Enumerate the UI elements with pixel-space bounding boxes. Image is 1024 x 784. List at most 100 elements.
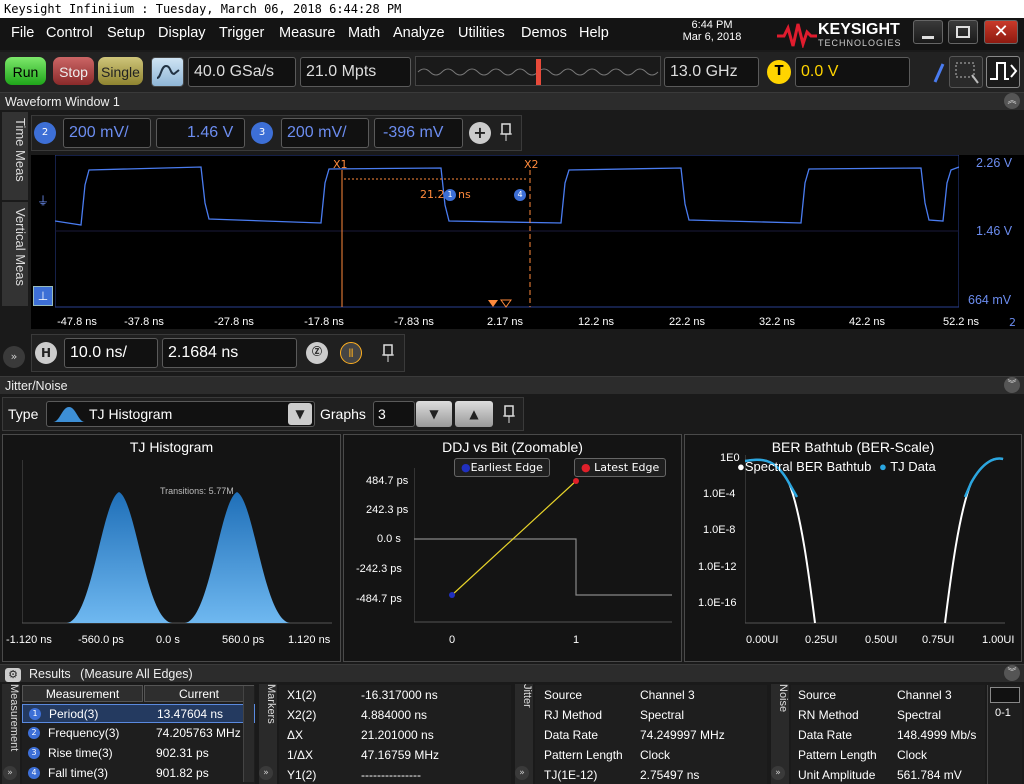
menu-setup[interactable]: Setup bbox=[107, 25, 145, 41]
channel-ground-icon[interactable]: ⏚ bbox=[37, 192, 53, 208]
sample-rate-field[interactable]: 40.0 GSa/s bbox=[188, 57, 296, 87]
trigger-level-field[interactable]: 0.0 V bbox=[795, 57, 910, 87]
trigger-slope-icon[interactable] bbox=[933, 62, 945, 84]
channel-3-badge[interactable]: 3 bbox=[251, 122, 273, 144]
tab-time-meas[interactable]: Time Meas bbox=[2, 112, 28, 200]
hist-x-tick: 0.0 s bbox=[156, 634, 180, 646]
expand-noise-icon[interactable]: » bbox=[771, 766, 785, 780]
noise-key: Source bbox=[798, 688, 837, 702]
hist-x-tick: -1.120 ns bbox=[6, 634, 52, 646]
col-current[interactable]: Current bbox=[144, 685, 254, 702]
close-button[interactable]: ✕ bbox=[984, 20, 1018, 44]
results-title: Results bbox=[29, 667, 71, 681]
ddj-plot[interactable] bbox=[414, 468, 674, 623]
latest-dot-icon: ● bbox=[581, 461, 591, 474]
reference-marker-icon[interactable]: ⊥ bbox=[33, 286, 53, 306]
bandwidth-field[interactable]: 13.0 GHz bbox=[664, 57, 759, 87]
tab-vertical-meas[interactable]: Vertical Meas bbox=[2, 202, 28, 306]
collapse-jitter-icon[interactable]: ︾ bbox=[1004, 377, 1020, 393]
expand-jitter-icon[interactable]: » bbox=[515, 766, 529, 780]
acquisition-overview[interactable] bbox=[415, 56, 661, 86]
expand-measurement-icon[interactable]: » bbox=[3, 766, 17, 780]
expand-side-icon[interactable]: » bbox=[3, 346, 25, 368]
ber-x-tick: 0.00UI bbox=[746, 634, 779, 646]
zoom-slider-icon[interactable]: ⦀ bbox=[340, 342, 362, 364]
menu-analyze[interactable]: Analyze bbox=[393, 25, 445, 41]
table-row[interactable]: 4 Fall time(3) 901.82 ps bbox=[22, 764, 255, 783]
ddj-y-tick: -484.7 ps bbox=[356, 593, 402, 605]
waveform-plot[interactable] bbox=[55, 155, 959, 308]
bathtub-right-tj bbox=[963, 457, 1004, 498]
ch2-offset-field[interactable]: 1.46 V bbox=[156, 118, 245, 148]
table-row[interactable]: 2 Frequency(3) 74.205763 MHz bbox=[22, 724, 255, 743]
minimize-button[interactable] bbox=[913, 20, 943, 44]
table-row[interactable]: 1 Period(3) 13.47604 ns bbox=[22, 704, 255, 723]
run-button[interactable]: Run bbox=[4, 56, 47, 86]
pin-icon[interactable] bbox=[501, 404, 517, 424]
menu-control[interactable]: Control bbox=[46, 25, 93, 41]
zoom-select-icon bbox=[955, 62, 979, 84]
row-value: 13.47604 ns bbox=[157, 707, 224, 721]
measurement-scrollbar[interactable] bbox=[243, 686, 254, 782]
col-measurement[interactable]: Measurement bbox=[22, 685, 143, 702]
noise-key: Unit Amplitude bbox=[798, 768, 876, 782]
menu-utilities[interactable]: Utilities bbox=[458, 25, 505, 41]
graphs-count-field[interactable]: 3 bbox=[373, 401, 415, 427]
histogram-lobe-right bbox=[185, 492, 290, 623]
type-select[interactable]: TJ Histogram bbox=[46, 401, 315, 427]
x-tick: 32.2 ns bbox=[758, 316, 796, 328]
horizontal-badge[interactable]: H bbox=[35, 342, 57, 364]
autoscale-button[interactable] bbox=[151, 57, 184, 87]
minimize-icon bbox=[922, 36, 934, 39]
menu-demos[interactable]: Demos bbox=[521, 25, 567, 41]
ch2-scale-field[interactable]: 200 mV/ bbox=[63, 118, 151, 148]
position-field[interactable]: 2.1684 ns bbox=[162, 338, 297, 368]
pin-icon[interactable] bbox=[498, 122, 514, 142]
single-button[interactable]: Single bbox=[97, 56, 144, 86]
collapse-waveform-icon[interactable]: ︽ bbox=[1004, 93, 1020, 109]
results-settings-gear-icon[interactable]: ⚙ bbox=[5, 668, 21, 682]
hist-x-tick: 560.0 ps bbox=[222, 634, 265, 646]
noise-table: Source Channel 3 RN Method Spectral Data R… bbox=[791, 685, 985, 784]
restore-button[interactable] bbox=[948, 20, 978, 44]
zoom-select-button[interactable] bbox=[949, 56, 983, 88]
expand-markers-icon[interactable]: » bbox=[259, 766, 273, 780]
trigger-badge[interactable]: T bbox=[767, 60, 791, 84]
tj-histogram-plot[interactable] bbox=[22, 460, 332, 625]
marker-x1-label: X1 bbox=[333, 158, 348, 171]
ber-plot[interactable] bbox=[745, 455, 1007, 625]
timebase-field[interactable]: 10.0 ns/ bbox=[64, 338, 158, 368]
page-box[interactable] bbox=[990, 687, 1020, 703]
edge-trigger-button[interactable] bbox=[986, 56, 1020, 88]
ch3-scale-field[interactable]: 200 mV/ bbox=[281, 118, 369, 148]
graphs-increment-icon[interactable]: ▲ bbox=[455, 401, 493, 427]
menu-trigger[interactable]: Trigger bbox=[219, 25, 264, 41]
menu-math[interactable]: Math bbox=[348, 25, 380, 41]
stop-button[interactable]: Stop bbox=[52, 56, 95, 86]
menu-help[interactable]: Help bbox=[579, 25, 609, 41]
graphs-decrement-icon[interactable]: ▼ bbox=[416, 401, 452, 427]
page-indicator: 0-1 bbox=[995, 707, 1011, 719]
add-channel-icon[interactable]: + bbox=[469, 122, 491, 144]
jitter-key: Source bbox=[544, 688, 583, 702]
pin-icon[interactable] bbox=[380, 343, 396, 363]
type-dropdown-chevron-icon[interactable]: ▼ bbox=[288, 403, 312, 425]
row-name: Frequency(3) bbox=[48, 726, 120, 740]
jitter-value: 74.249997 MHz bbox=[640, 728, 725, 742]
ch3-offset-field[interactable]: -396 mV bbox=[374, 118, 463, 148]
row-name: Period(3) bbox=[49, 707, 99, 721]
histogram-icon bbox=[53, 407, 85, 422]
table-row[interactable]: 3 Rise time(3) 902.31 ps bbox=[22, 744, 255, 763]
channel-2-badge[interactable]: 2 bbox=[34, 122, 56, 144]
collapse-results-icon[interactable]: ︾ bbox=[1004, 665, 1020, 681]
menu-display[interactable]: Display bbox=[158, 25, 206, 41]
menu-measure[interactable]: Measure bbox=[279, 25, 335, 41]
menu-file[interactable]: File bbox=[11, 25, 34, 41]
earliest-dot-icon: ● bbox=[461, 461, 471, 474]
noise-value: 148.4999 Mb/s bbox=[897, 728, 977, 742]
clock-date: Mar 6, 2018 bbox=[682, 31, 742, 43]
memory-depth-field[interactable]: 21.0 Mpts bbox=[300, 57, 411, 87]
zoom-icon[interactable]: Ⓩ bbox=[306, 342, 328, 364]
noise-key: Data Rate bbox=[798, 728, 853, 742]
x-tick: -27.8 ns bbox=[214, 316, 254, 328]
